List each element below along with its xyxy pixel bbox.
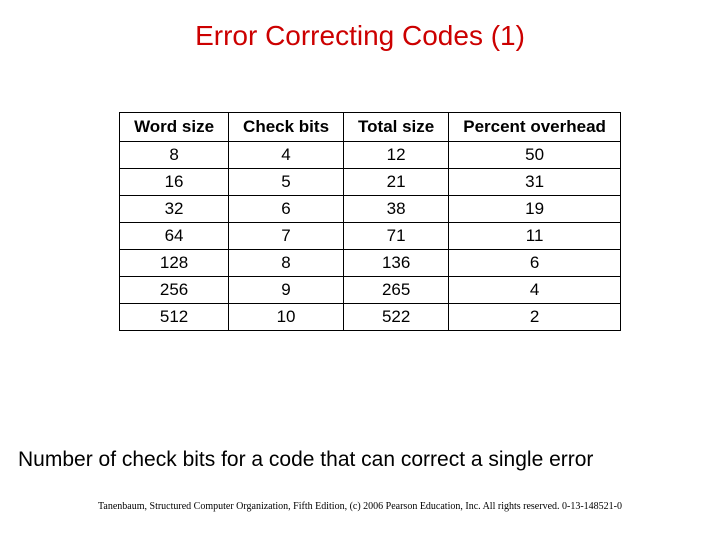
table-row: 512 10 522 2: [120, 304, 621, 331]
table-row: 256 9 265 4: [120, 277, 621, 304]
table-row: 128 8 136 6: [120, 250, 621, 277]
cell: 128: [120, 250, 229, 277]
cell: 64: [120, 223, 229, 250]
caption-text: Number of check bits for a code that can…: [0, 448, 720, 472]
cell: 9: [229, 277, 344, 304]
cell: 8: [120, 142, 229, 169]
cell: 7: [229, 223, 344, 250]
col-header-word-size: Word size: [120, 113, 229, 142]
cell: 136: [344, 250, 449, 277]
cell: 31: [449, 169, 621, 196]
cell: 6: [229, 196, 344, 223]
cell: 32: [120, 196, 229, 223]
cell: 4: [229, 142, 344, 169]
cell: 21: [344, 169, 449, 196]
cell: 12: [344, 142, 449, 169]
cell: 11: [449, 223, 621, 250]
cell: 38: [344, 196, 449, 223]
cell: 71: [344, 223, 449, 250]
cell: 5: [229, 169, 344, 196]
cell: 19: [449, 196, 621, 223]
table-row: 32 6 38 19: [120, 196, 621, 223]
table-container: Word size Check bits Total size Percent …: [0, 112, 720, 331]
cell: 4: [449, 277, 621, 304]
cell: 10: [229, 304, 344, 331]
cell: 512: [120, 304, 229, 331]
table-row: 16 5 21 31: [120, 169, 621, 196]
col-header-total-size: Total size: [344, 113, 449, 142]
data-table: Word size Check bits Total size Percent …: [119, 112, 621, 331]
cell: 6: [449, 250, 621, 277]
table-row: 64 7 71 11: [120, 223, 621, 250]
slide-title: Error Correcting Codes (1): [0, 0, 720, 112]
cell: 265: [344, 277, 449, 304]
cell: 8: [229, 250, 344, 277]
cell: 50: [449, 142, 621, 169]
footer-citation: Tanenbaum, Structured Computer Organizat…: [0, 501, 720, 512]
table-row: 8 4 12 50: [120, 142, 621, 169]
cell: 2: [449, 304, 621, 331]
cell: 16: [120, 169, 229, 196]
cell: 256: [120, 277, 229, 304]
table-header-row: Word size Check bits Total size Percent …: [120, 113, 621, 142]
col-header-percent-overhead: Percent overhead: [449, 113, 621, 142]
col-header-check-bits: Check bits: [229, 113, 344, 142]
cell: 522: [344, 304, 449, 331]
